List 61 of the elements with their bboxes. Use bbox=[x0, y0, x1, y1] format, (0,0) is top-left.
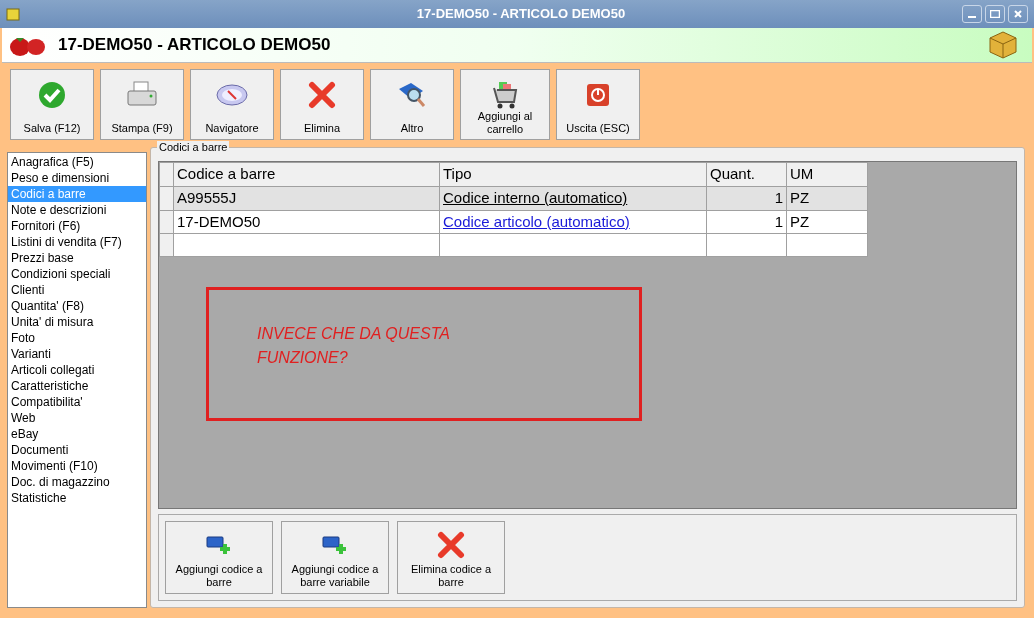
table-cell: PZ bbox=[786, 186, 868, 210]
section-item[interactable]: Note e descrizioni bbox=[8, 202, 146, 218]
section-item[interactable]: Movimenti (F10) bbox=[8, 458, 146, 474]
section-item[interactable]: Statistiche bbox=[8, 490, 146, 506]
action-button[interactable]: Aggiungi codice a barre variabile bbox=[281, 521, 389, 594]
section-item[interactable]: Listini di vendita (F7) bbox=[8, 234, 146, 250]
table-cell: 17-DEMO50 bbox=[173, 210, 440, 234]
toolbar-button[interactable]: Aggiungi al carrello bbox=[460, 69, 550, 140]
section-item[interactable]: Varianti bbox=[8, 346, 146, 362]
section-item[interactable]: Fornitori (F6) bbox=[8, 218, 146, 234]
table-cell: PZ bbox=[786, 210, 868, 234]
table-cell: 1 bbox=[706, 186, 787, 210]
box-icon bbox=[988, 30, 1018, 60]
column-header: Tipo bbox=[439, 162, 707, 187]
monitor-add-icon bbox=[322, 535, 348, 555]
power-icon bbox=[586, 83, 610, 107]
maximize-icon bbox=[990, 10, 1000, 18]
section-item[interactable]: Articoli collegati bbox=[8, 362, 146, 378]
action-button[interactable]: Elimina codice a barre bbox=[397, 521, 505, 594]
annotation-text: INVECE CHE DA QUESTA FUNZIONE? bbox=[257, 324, 451, 368]
cart-icon bbox=[491, 80, 519, 110]
section-item[interactable]: Unita' di misura bbox=[8, 314, 146, 330]
column-header: UM bbox=[786, 162, 868, 187]
table-cell: 1 bbox=[706, 210, 787, 234]
minimize-button[interactable] bbox=[962, 5, 982, 23]
printer-icon bbox=[126, 81, 158, 109]
section-item[interactable]: Peso e dimensioni bbox=[8, 170, 146, 186]
section-item[interactable]: Condizioni speciali bbox=[8, 266, 146, 282]
close-button[interactable] bbox=[1008, 5, 1028, 23]
article-title: 17-DEMO50 - ARTICOLO DEMO50 bbox=[58, 34, 331, 57]
section-item[interactable]: Clienti bbox=[8, 282, 146, 298]
section-item[interactable]: Foto bbox=[8, 330, 146, 346]
action-button[interactable]: Aggiungi codice a barre bbox=[165, 521, 273, 594]
section-item[interactable]: Doc. di magazzino bbox=[8, 474, 146, 490]
maximize-button[interactable] bbox=[985, 5, 1005, 23]
section-item[interactable]: Compatibilita' bbox=[8, 394, 146, 410]
toolbar-button[interactable]: Navigatore bbox=[190, 69, 274, 140]
table-cell: A99555J bbox=[173, 186, 440, 210]
toolbar-button[interactable]: Salva (F12) bbox=[10, 69, 94, 140]
column-header: Quant. bbox=[706, 162, 787, 187]
column-header: Codice a barre bbox=[173, 162, 440, 187]
section-item[interactable]: Caratteristiche bbox=[8, 378, 146, 394]
table-row[interactable]: 17-DEMO50 Codice articolo (automatico) 1 PZ bbox=[159, 210, 868, 234]
section-item[interactable]: Quantita' (F8) bbox=[8, 298, 146, 314]
section-item[interactable]: Web bbox=[8, 410, 146, 426]
window-title: 17-DEMO50 - ARTICOLO DEMO50 bbox=[416, 5, 626, 24]
toolbar-button[interactable]: Altro bbox=[370, 69, 454, 140]
table-row[interactable]: A99555J Codice interno (automatico) 1 PZ bbox=[159, 186, 868, 210]
monitor-add-icon bbox=[206, 535, 232, 555]
delete-icon bbox=[437, 531, 465, 559]
toolbar-button[interactable]: Stampa (F9) bbox=[100, 69, 184, 140]
group-title: Codici a barre bbox=[157, 141, 230, 154]
toolbar-button[interactable]: Uscita (ESC) bbox=[556, 69, 640, 140]
delete-icon bbox=[308, 81, 336, 109]
section-item[interactable]: eBay bbox=[8, 426, 146, 442]
section-item[interactable]: Prezzi base bbox=[8, 250, 146, 266]
section-item[interactable]: Documenti bbox=[8, 442, 146, 458]
check-icon bbox=[38, 81, 66, 109]
section-item[interactable]: Anagrafica (F5) bbox=[8, 154, 146, 170]
close-icon bbox=[1014, 10, 1022, 18]
toolbar-button[interactable]: Elimina bbox=[280, 69, 364, 140]
